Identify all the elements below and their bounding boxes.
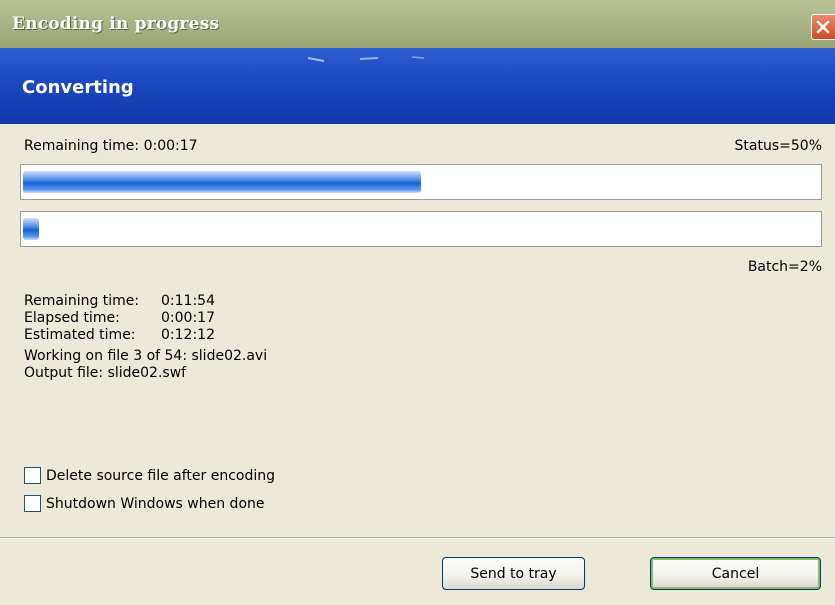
- file-progress-bar: [20, 164, 822, 200]
- send-to-tray-button[interactable]: Send to tray: [442, 557, 585, 590]
- remaining-time-value: 0:11:54: [161, 293, 215, 309]
- delete-source-checkbox[interactable]: [24, 467, 41, 484]
- close-button[interactable]: [811, 14, 835, 40]
- cancel-button[interactable]: Cancel: [650, 557, 821, 590]
- close-icon: [816, 20, 830, 34]
- footer-separator: [0, 537, 835, 539]
- file-remaining-time: Remaining time: 0:00:17: [24, 138, 198, 154]
- encoding-dialog: Encoding in progress Converting Remainin…: [0, 0, 835, 605]
- file-progress-fill: [23, 171, 421, 193]
- output-file: Output file: slide02.swf: [24, 365, 187, 381]
- batch-progress-bar: [20, 211, 822, 247]
- batch-progress-fill: [23, 218, 39, 240]
- status-percent-label: Status=50%: [734, 138, 822, 154]
- shutdown-label: Shutdown Windows when done: [46, 495, 265, 512]
- title-bar[interactable]: Encoding in progress: [0, 0, 835, 48]
- shutdown-option[interactable]: Shutdown Windows when done: [24, 495, 265, 512]
- elapsed-time-value: 0:00:17: [161, 310, 215, 326]
- estimated-time-key: Estimated time:: [24, 327, 136, 343]
- batch-percent-label: Batch=2%: [747, 259, 822, 275]
- header-title: Converting: [22, 77, 134, 98]
- time-stats: Remaining time: 0:11:54 Elapsed time: 0:…: [24, 293, 267, 382]
- delete-source-label: Delete source file after encoding: [46, 467, 276, 484]
- header-band: Converting: [0, 48, 835, 124]
- header-decoration: [307, 56, 425, 62]
- window-title: Encoding in progress: [12, 14, 220, 34]
- remaining-time-key: Remaining time:: [24, 293, 140, 309]
- shutdown-checkbox[interactable]: [24, 495, 41, 512]
- working-on-file: Working on file 3 of 54: slide02.avi: [24, 348, 268, 364]
- estimated-time-value: 0:12:12: [161, 327, 215, 343]
- delete-source-option[interactable]: Delete source file after encoding: [24, 467, 275, 484]
- elapsed-time-key: Elapsed time:: [24, 310, 120, 326]
